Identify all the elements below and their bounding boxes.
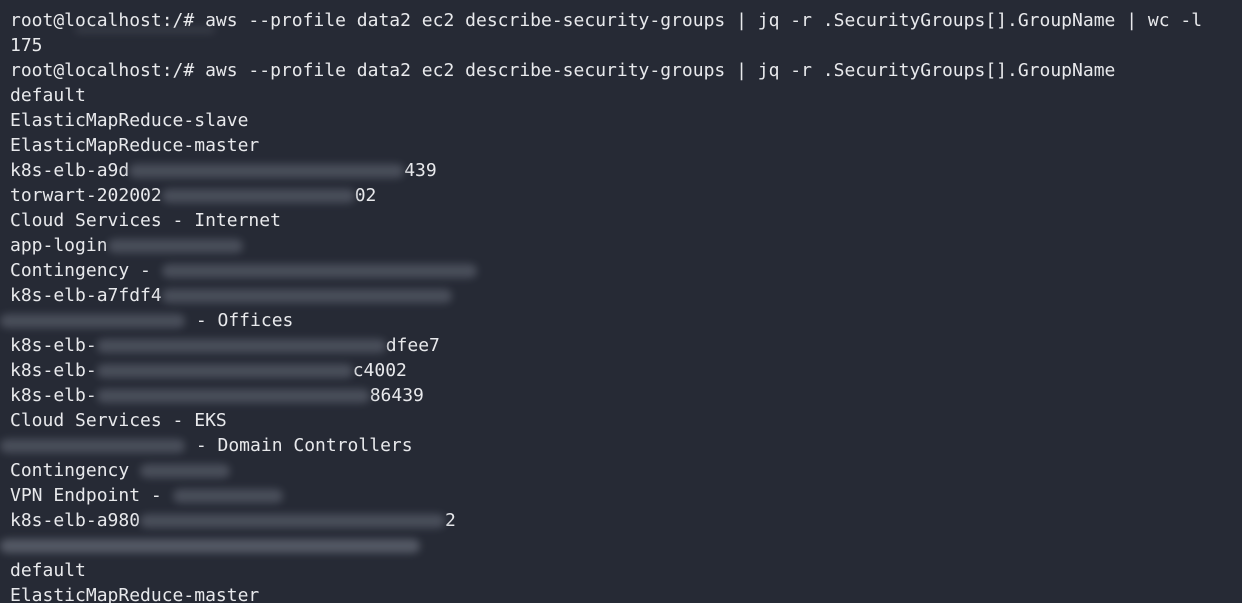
output-line: Contingency - — [10, 258, 1236, 283]
output-line: Cloud Services - EKS — [10, 410, 227, 431]
output-line: app-login — [10, 233, 1236, 258]
group-name-suffix: 439 — [404, 160, 437, 181]
output-line: - Domain Controllers — [0, 433, 1236, 458]
terminal-window[interactable]: root@localhost:/# aws --profile data2 ec… — [0, 0, 1242, 603]
command-line: root@localhost:/# aws --profile data2 ec… — [10, 60, 1116, 81]
output-line — [0, 533, 1236, 558]
group-name-suffix: 2 — [445, 510, 456, 531]
output-line: default — [10, 560, 86, 581]
partial-line — [10, 0, 1236, 33]
group-name-prefix: k8s-elb-a980 — [10, 510, 141, 531]
group-name-prefix: k8s-elb-a7fdf4 — [10, 285, 162, 306]
group-name-prefix: Contingency - — [10, 260, 151, 281]
group-name-prefix: k8s-elb- — [10, 360, 97, 381]
group-name-prefix: k8s-elb- — [10, 385, 97, 406]
redacted-text — [0, 439, 185, 453]
group-name-prefix: torwart-202002 — [10, 185, 162, 206]
terminal-output: root@localhost:/# aws --profile data2 ec… — [0, 0, 1236, 603]
output-line: ElasticMapReduce-master — [10, 135, 260, 156]
output-line: torwart-202002 02 — [10, 183, 1236, 208]
output-line: Contingency — [10, 458, 1236, 483]
group-name-suffix: dfee7 — [385, 335, 440, 356]
redacted-text — [96, 364, 353, 378]
redacted-text — [140, 514, 446, 528]
group-name-prefix: VPN Endpoint - — [10, 485, 162, 506]
group-name-suffix: - Offices — [185, 310, 294, 331]
output-line: k8s-elb-a9d 439 — [10, 158, 1236, 183]
redacted-text — [140, 464, 231, 478]
group-name-prefix: app-login — [10, 235, 108, 256]
output-line: k8s-elb-c4002 — [10, 358, 1236, 383]
redacted-text — [0, 539, 420, 553]
output-line: Cloud Services - Internet — [10, 210, 281, 231]
redacted-text — [129, 164, 405, 178]
redacted-text — [161, 264, 477, 278]
output-line: ElasticMapReduce-slave — [10, 110, 249, 131]
redacted-text — [96, 339, 386, 353]
group-name-suffix: c4002 — [352, 360, 407, 381]
redacted-text — [161, 289, 452, 303]
output-line: - Offices — [0, 308, 1236, 333]
group-name-suffix: - Domain Controllers — [185, 435, 413, 456]
output-line: k8s-elb-dfee7 — [10, 333, 1236, 358]
output-line: ElasticMapReduce-master — [10, 585, 260, 603]
redacted-text — [172, 489, 283, 503]
redacted-text — [96, 389, 370, 403]
output-line: default — [10, 85, 86, 106]
group-name-prefix: k8s-elb- — [10, 335, 97, 356]
redacted-text — [161, 189, 355, 203]
output-line: k8s-elb-a7fdf4 — [10, 283, 1236, 308]
group-name-suffix: 02 — [354, 185, 377, 206]
command-line: root@localhost:/# aws --profile data2 ec… — [10, 10, 1203, 31]
group-name-suffix: 86439 — [369, 385, 424, 406]
redacted-text — [107, 239, 243, 253]
group-name-prefix: Contingency — [10, 460, 130, 481]
redacted-text — [0, 314, 185, 328]
output-line: k8s-elb- 86439 — [10, 383, 1236, 408]
output-line: k8s-elb-a980 2 — [10, 508, 1236, 533]
output-line: 175 — [10, 35, 43, 56]
output-line: VPN Endpoint - — [10, 483, 1236, 508]
group-name-prefix: k8s-elb-a9d — [10, 160, 130, 181]
